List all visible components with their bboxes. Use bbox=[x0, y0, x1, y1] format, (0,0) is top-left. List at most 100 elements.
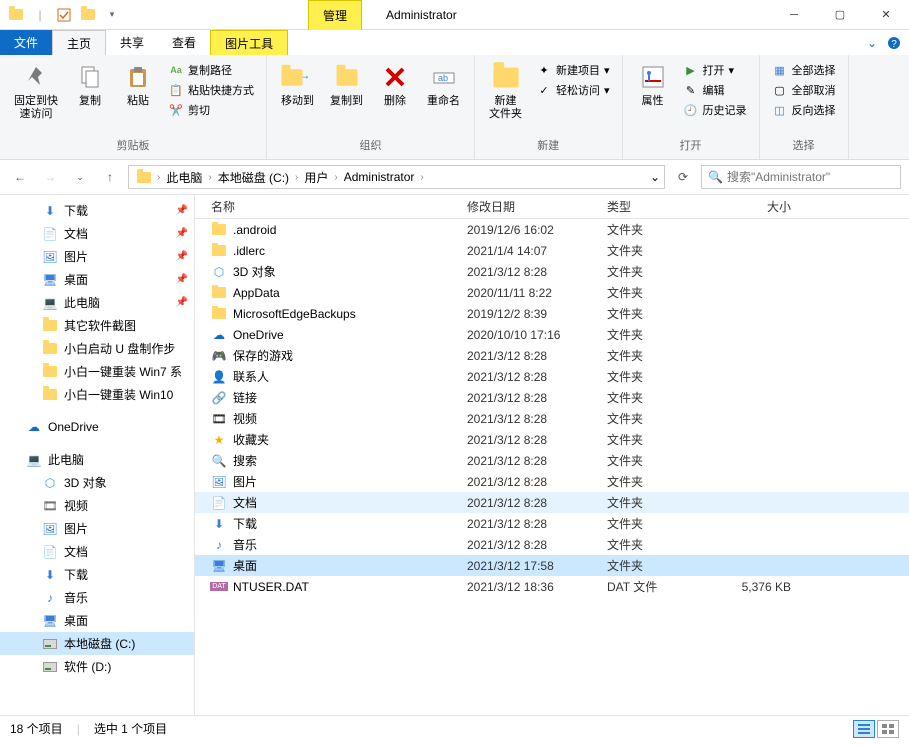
new-item-button[interactable]: ✦新建项目 ▾ bbox=[532, 61, 614, 79]
sidebar-item[interactable]: 小白一键重装 Win7 系 bbox=[0, 360, 194, 383]
sidebar-item[interactable]: 🎞视频 bbox=[0, 494, 194, 517]
sidebar-onedrive[interactable]: ☁OneDrive bbox=[0, 416, 194, 438]
crumb-pc[interactable]: 此电脑 bbox=[162, 169, 206, 186]
open-button[interactable]: ▶打开 ▾ bbox=[679, 61, 751, 79]
crumb-users[interactable]: 用户 bbox=[300, 169, 332, 186]
pin-to-quick-access-button[interactable]: 固定到快 速访问 bbox=[8, 59, 64, 135]
view-icons-button[interactable] bbox=[877, 720, 899, 738]
tab-share[interactable]: 共享 bbox=[106, 30, 158, 55]
copy-to-button[interactable]: 复制到 bbox=[324, 59, 369, 135]
file-row[interactable]: ★收藏夹 2021/3/12 8:28 文件夹 bbox=[195, 429, 909, 450]
searchbox[interactable]: 🔍 bbox=[701, 165, 901, 189]
file-row[interactable]: 🔗链接 2021/3/12 8:28 文件夹 bbox=[195, 387, 909, 408]
sidebar-item[interactable]: 🖼图片📌 bbox=[0, 245, 194, 268]
sidebar-item[interactable]: 🖥桌面 bbox=[0, 609, 194, 632]
sidebar-item[interactable]: ⬇下载📌 bbox=[0, 199, 194, 222]
properties-button[interactable]: 属性 bbox=[631, 59, 675, 135]
file-row[interactable]: 📄文档 2021/3/12 8:28 文件夹 bbox=[195, 492, 909, 513]
paste-shortcut-button[interactable]: 📋粘贴快捷方式 bbox=[164, 81, 258, 99]
sidebar-item[interactable]: 本地磁盘 (C:) bbox=[0, 632, 194, 655]
qat-check-icon[interactable] bbox=[53, 4, 75, 26]
sidebar-item[interactable]: 其它软件截图 bbox=[0, 314, 194, 337]
file-row[interactable]: DATNTUSER.DAT 2021/3/12 18:36 DAT 文件 5,3… bbox=[195, 576, 909, 597]
tab-home[interactable]: 主页 bbox=[52, 30, 106, 55]
sidebar-item[interactable]: ♪音乐 bbox=[0, 586, 194, 609]
back-button[interactable]: ← bbox=[8, 165, 32, 189]
file-row[interactable]: 🎞视频 2021/3/12 8:28 文件夹 bbox=[195, 408, 909, 429]
edit-button[interactable]: ✎编辑 bbox=[679, 81, 751, 99]
addressbar[interactable]: › 此电脑› 本地磁盘 (C:)› 用户› Administrator› ⌄ bbox=[128, 165, 665, 189]
close-button[interactable]: ✕ bbox=[863, 0, 909, 30]
header-size[interactable]: 大小 bbox=[719, 198, 799, 215]
invert-selection-button[interactable]: ◫反向选择 bbox=[768, 101, 840, 119]
tab-view[interactable]: 查看 bbox=[158, 30, 210, 55]
sidebar-thispc[interactable]: 💻此电脑 bbox=[0, 448, 194, 471]
header-name[interactable]: 名称 bbox=[203, 198, 459, 215]
file-row[interactable]: ☁OneDrive 2020/10/10 17:16 文件夹 bbox=[195, 324, 909, 345]
qat-folder2-icon[interactable] bbox=[77, 4, 99, 26]
file-row[interactable]: 🎮保存的游戏 2021/3/12 8:28 文件夹 bbox=[195, 345, 909, 366]
file-date: 2021/3/12 8:28 bbox=[459, 412, 599, 426]
crumb-disk[interactable]: 本地磁盘 (C:) bbox=[214, 169, 293, 186]
file-date: 2020/10/10 17:16 bbox=[459, 328, 599, 342]
copy-button[interactable]: 复制 bbox=[68, 59, 112, 135]
file-row[interactable]: ⬡3D 对象 2021/3/12 8:28 文件夹 bbox=[195, 261, 909, 282]
file-row[interactable]: MicrosoftEdgeBackups 2019/12/2 8:39 文件夹 bbox=[195, 303, 909, 324]
file-row[interactable]: AppData 2020/11/11 8:22 文件夹 bbox=[195, 282, 909, 303]
address-dropdown-icon[interactable]: ⌄ bbox=[650, 170, 660, 184]
search-input[interactable] bbox=[727, 170, 894, 184]
move-to-button[interactable]: →移动到 bbox=[275, 59, 320, 135]
crumb-admin[interactable]: Administrator bbox=[340, 170, 419, 184]
file-row[interactable]: 🔍搜索 2021/3/12 8:28 文件夹 bbox=[195, 450, 909, 471]
sidebar-item[interactable]: 🖼图片 bbox=[0, 517, 194, 540]
file-name: 3D 对象 bbox=[233, 263, 276, 280]
recent-dropdown[interactable]: ⌄ bbox=[68, 165, 92, 189]
crumb-root-icon[interactable] bbox=[133, 172, 155, 183]
refresh-button[interactable]: ⟳ bbox=[671, 165, 695, 189]
file-row[interactable]: .android 2019/12/6 16:02 文件夹 bbox=[195, 219, 909, 240]
header-type[interactable]: 类型 bbox=[599, 198, 719, 215]
sidebar[interactable]: ⬇下载📌📄文档📌🖼图片📌🖥桌面📌💻此电脑📌其它软件截图小白启动 U 盘制作步小白… bbox=[0, 195, 195, 715]
ribbon-collapse-icon[interactable]: ⌄ bbox=[867, 36, 877, 50]
view-details-button[interactable] bbox=[853, 720, 875, 738]
sidebar-item[interactable]: 小白一键重装 Win10 bbox=[0, 383, 194, 406]
sidebar-item[interactable]: 📄文档📌 bbox=[0, 222, 194, 245]
sidebar-item[interactable]: 📄文档 bbox=[0, 540, 194, 563]
file-row[interactable]: 👤联系人 2021/3/12 8:28 文件夹 bbox=[195, 366, 909, 387]
sidebar-item[interactable]: 小白启动 U 盘制作步 bbox=[0, 337, 194, 360]
sidebar-item[interactable]: ⬡3D 对象 bbox=[0, 471, 194, 494]
file-row[interactable]: 🖥桌面 2021/3/12 17:58 文件夹 bbox=[195, 555, 909, 576]
cut-button[interactable]: ✂️剪切 bbox=[164, 101, 258, 119]
sidebar-item[interactable]: 💻此电脑📌 bbox=[0, 291, 194, 314]
maximize-button[interactable]: ▢ bbox=[817, 0, 863, 30]
sidebar-item[interactable]: ⬇下载 bbox=[0, 563, 194, 586]
up-button[interactable]: ↑ bbox=[98, 165, 122, 189]
file-list[interactable]: .android 2019/12/6 16:02 文件夹 .idlerc 202… bbox=[195, 219, 909, 715]
tab-picture-tools[interactable]: 图片工具 bbox=[210, 30, 288, 55]
easyaccess-icon: ✓ bbox=[536, 82, 552, 98]
file-row[interactable]: 🖼图片 2021/3/12 8:28 文件夹 bbox=[195, 471, 909, 492]
history-button[interactable]: 🕘历史记录 bbox=[679, 101, 751, 119]
file-icon: 🔍 bbox=[211, 453, 227, 469]
copy-path-button[interactable]: Aa复制路径 bbox=[164, 61, 258, 79]
minimize-button[interactable]: ─ bbox=[771, 0, 817, 30]
rename-button[interactable]: ab重命名 bbox=[421, 59, 466, 135]
header-date[interactable]: 修改日期 bbox=[459, 198, 599, 215]
delete-button[interactable]: 删除 bbox=[373, 59, 417, 135]
select-none-button[interactable]: ▢全部取消 bbox=[768, 81, 840, 99]
help-icon[interactable]: ? bbox=[887, 36, 901, 50]
paste-button[interactable]: 粘贴 bbox=[116, 59, 160, 135]
easy-access-button[interactable]: ✓轻松访问 ▾ bbox=[532, 81, 614, 99]
sidebar-item[interactable]: 软件 (D:) bbox=[0, 655, 194, 678]
select-all-button[interactable]: ▦全部选择 bbox=[768, 61, 840, 79]
qat-folder-icon[interactable] bbox=[5, 4, 27, 26]
file-row[interactable]: .idlerc 2021/1/4 14:07 文件夹 bbox=[195, 240, 909, 261]
new-folder-button[interactable]: 新建 文件夹 bbox=[483, 59, 528, 135]
forward-button[interactable]: → bbox=[38, 165, 62, 189]
sidebar-item[interactable]: 🖥桌面📌 bbox=[0, 268, 194, 291]
file-row[interactable]: ♪音乐 2021/3/12 8:28 文件夹 bbox=[195, 534, 909, 555]
contextual-tab[interactable]: 管理 bbox=[308, 0, 362, 30]
qat-overflow-icon[interactable]: ▾ bbox=[101, 4, 123, 26]
file-row[interactable]: ⬇下载 2021/3/12 8:28 文件夹 bbox=[195, 513, 909, 534]
tab-file[interactable]: 文件 bbox=[0, 30, 52, 55]
